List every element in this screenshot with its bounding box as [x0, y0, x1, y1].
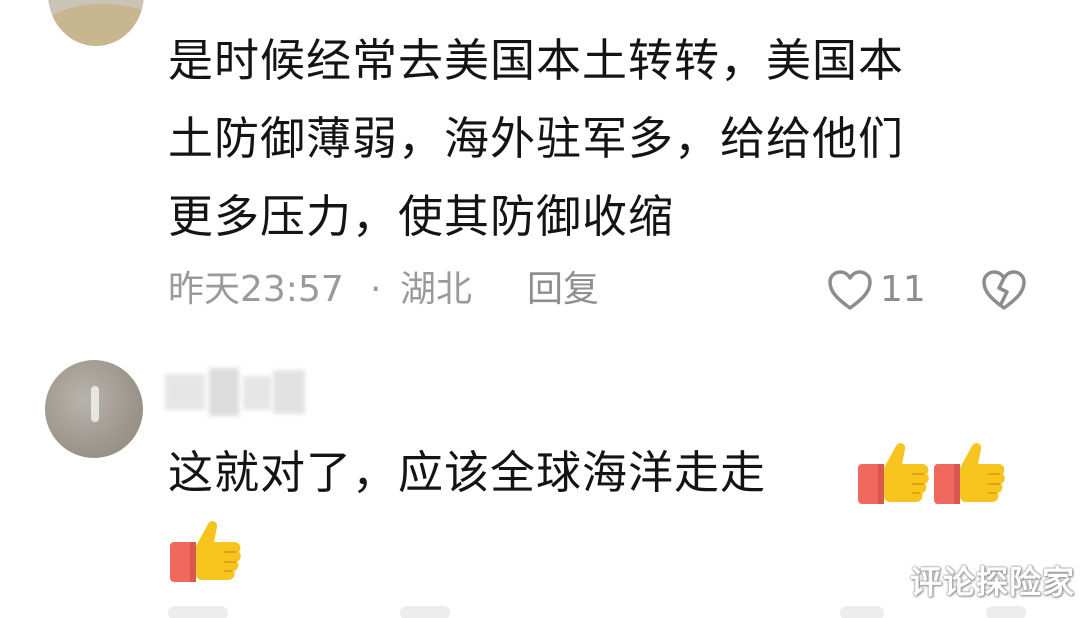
comment-location: 湖北 [400, 269, 473, 310]
comment-text-line: 是时候经常去美国本土转转，美国本 [168, 34, 905, 87]
avatar[interactable] [45, 360, 143, 458]
reply-button[interactable]: 回复 [527, 262, 599, 318]
heart-outline-icon[interactable] [826, 268, 874, 312]
thumbs-up-emoji [170, 521, 241, 582]
like-count: 11 [880, 269, 926, 310]
cut-off-meta [400, 606, 450, 618]
watermark: 评论探险家 [910, 563, 1076, 601]
comment-text-line: 更多压力，使其防御收缩 [168, 190, 675, 243]
username-blurred[interactable] [165, 368, 305, 418]
avatar[interactable] [48, 0, 144, 46]
meta-separator: · [370, 269, 382, 310]
thumbs-up-emoji [858, 443, 929, 504]
comment-text-line: 土防御薄弱，海外驻军多，给给他们 [168, 112, 905, 165]
avatar-image-figure [91, 386, 99, 422]
cut-off-meta [986, 606, 1026, 618]
broken-heart-icon[interactable] [980, 268, 1028, 312]
comment-timestamp: 昨天23:57 [168, 269, 344, 310]
thumbs-up-emoji [934, 443, 1005, 504]
cut-off-meta [840, 606, 884, 618]
cut-off-meta [168, 606, 228, 618]
comment-text-line: 这就对了，应该全球海洋走走 [168, 446, 767, 499]
avatar-image-dunes [48, 4, 144, 46]
